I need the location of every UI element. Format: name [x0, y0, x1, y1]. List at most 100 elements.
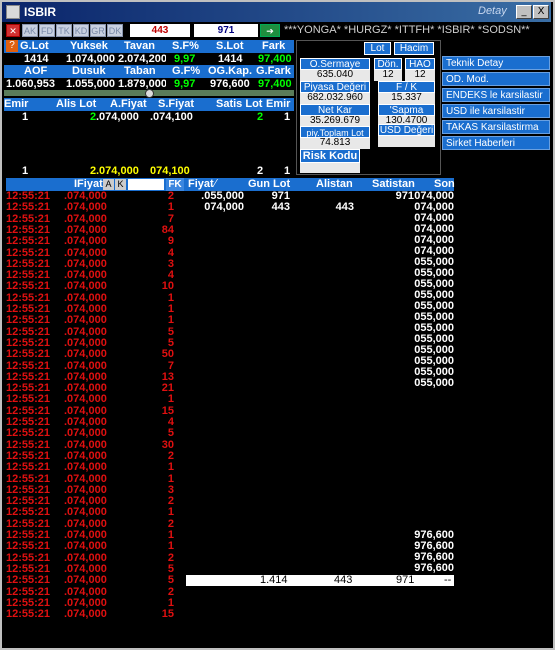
help-icon[interactable]: ?	[6, 40, 18, 52]
trade-row[interactable]: 12:55:21 .074,000 1	[6, 462, 174, 473]
trade-lot: 9	[167, 235, 174, 248]
o-sermaye-value: 635.040	[300, 70, 370, 81]
header-fark: Fark	[262, 40, 286, 52]
menu-endeks-karsilastir[interactable]: ENDEKS le karsilastir	[442, 88, 550, 102]
header-alistan[interactable]: Alistan	[316, 178, 353, 190]
trade-time: 12:55:21	[6, 246, 51, 259]
value-fark: 97,400	[258, 53, 292, 65]
trade-lot: 50	[161, 348, 174, 361]
hacim-button[interactable]: Hacim	[394, 42, 434, 55]
sort-arrow-icon: ⁄	[215, 178, 217, 189]
risk-kodu-value	[300, 163, 360, 173]
menu-takas-karsilastirma[interactable]: TAKAS Karsilastirma	[442, 120, 550, 134]
trade-time: 12:55:21	[6, 325, 51, 338]
total-afiyat: .074,000	[96, 165, 139, 177]
trade-row[interactable]: 12:55:21 .074,000 9	[6, 236, 174, 247]
filter-k-button[interactable]: K	[115, 179, 126, 190]
tk-button[interactable]: TK	[56, 24, 72, 37]
total-satistan: 971	[396, 574, 415, 586]
trade-lot: 2	[167, 551, 174, 564]
trade-price: .074,000	[64, 359, 107, 372]
trade-time: 12:55:21	[6, 393, 51, 406]
total-alistan: 443	[334, 574, 353, 586]
trade-lot: 15	[161, 608, 174, 621]
filter-a-button[interactable]: A	[103, 179, 114, 190]
value-tavan: 2.074,200	[118, 53, 166, 65]
trade-time: 12:55:21	[6, 201, 51, 214]
total-emir-buy: 1	[22, 165, 29, 177]
trade-time: 12:55:21	[6, 472, 51, 485]
piy-toplam-lot-label: piy.Toplam Lot	[300, 126, 370, 138]
trades-list[interactable]: 12:55:21.074,000 2 12:55:21.074,000 1 12:55:…	[6, 191, 174, 646]
header-dusuk: Dusuk	[72, 65, 106, 77]
risk-kodu-button[interactable]: Risk Kodu	[300, 149, 360, 163]
trade-row[interactable]: 12:55:21 .074,000 5	[6, 428, 174, 439]
piyasa-degeri-label: Piyasa Değeri	[300, 81, 370, 93]
gr-button[interactable]: GR	[90, 24, 106, 37]
trade-time: 12:55:21	[6, 461, 51, 474]
value-sf: 9,97	[174, 53, 196, 65]
menu-od-mod[interactable]: OD. Mod.	[442, 72, 550, 86]
value-gfark: 97,400	[258, 78, 292, 90]
close-x-icon[interactable]: ✕	[6, 24, 20, 37]
value-dusuk: 1.055,000	[66, 78, 115, 90]
trade-lot: 1	[167, 472, 174, 485]
trade-lot: 1	[167, 461, 174, 474]
fd-button[interactable]: FD	[39, 24, 55, 37]
trade-row[interactable]: 12:55:21 .074,000 1	[6, 541, 174, 552]
price-row[interactable]: 055,000	[184, 378, 454, 389]
header-gun-lot[interactable]: Gun Lot	[248, 178, 290, 190]
menu-sirket-haberleri[interactable]: Sirket Haberleri	[442, 136, 550, 150]
usd-degeri-label[interactable]: USD Değeri	[378, 124, 435, 136]
trade-row[interactable]: 12:55:21 .074,000 1	[6, 507, 174, 518]
trade-row[interactable]: 12:55:21 .074,000 5	[6, 575, 174, 586]
toolbar: ✕ AK FD TK KD GR DK 443 971 ➔ ***YONGA* …	[2, 22, 551, 39]
trade-row[interactable]: 12:55:21 .074,000 1	[6, 202, 174, 213]
menu-teknik-detay[interactable]: Teknik Detay	[442, 56, 550, 70]
o-sermaye-label: O.Sermaye	[300, 58, 370, 70]
price-table[interactable]: .055,000 971 971 074,000 074,000 443 443 074,00…	[184, 191, 454, 401]
trade-lot: 1	[167, 201, 174, 214]
total-satis-lot: 2	[257, 165, 264, 177]
kd-button[interactable]: KD	[73, 24, 89, 37]
minimize-button[interactable]: _	[516, 5, 532, 19]
header-son[interactable]: Son	[434, 178, 455, 190]
header-gfark: G.Fark	[256, 65, 291, 77]
trade-lot: 7	[167, 212, 174, 225]
trade-row[interactable]: 12:55:21 .074,000 1	[6, 394, 174, 405]
dk-button[interactable]: DK	[107, 24, 123, 37]
trade-lot: 5	[167, 574, 174, 587]
menu-usd-karsilastir[interactable]: USD ile karsilastir	[442, 104, 550, 118]
usd-degeri-value	[378, 136, 435, 147]
splitter-handle-icon[interactable]	[145, 89, 154, 98]
trade-lot: 1	[167, 540, 174, 553]
price-gun-lot: 443	[271, 201, 290, 213]
hao-label: HAO	[405, 58, 435, 70]
header-satistan[interactable]: Satistan	[372, 178, 415, 190]
close-button[interactable]: X	[533, 5, 549, 19]
ak-button[interactable]: AK	[22, 24, 38, 37]
header-ifiyat[interactable]: IFiyat	[74, 178, 103, 190]
trade-time: 12:55:21	[6, 314, 51, 327]
arrow-right-icon[interactable]: ➔	[260, 24, 280, 37]
trade-row[interactable]: 12:55:21 .074,000 10	[6, 281, 174, 292]
trade-time: 12:55:21	[6, 438, 51, 451]
trade-lot: 30	[161, 438, 174, 451]
trade-time: 12:55:21	[6, 540, 51, 553]
trade-row[interactable]: 12:55:21 .074,000 1	[6, 315, 174, 326]
trade-row[interactable]: 12:55:21 .074,000 50	[6, 349, 174, 360]
total-sfiyat: 074,100	[150, 165, 190, 177]
trade-price: .074,000	[64, 472, 107, 485]
fk-button[interactable]: FK	[166, 178, 184, 191]
filter-input[interactable]	[128, 179, 164, 190]
son-value: 976,600	[414, 562, 454, 574]
lot-button[interactable]: Lot	[364, 42, 391, 55]
title-bar[interactable]: ISBIR Detay _ X	[2, 2, 551, 22]
trade-row[interactable]: 12:55:21 .074,000 15	[6, 609, 174, 620]
trade-lot: 4	[167, 246, 174, 259]
header-fiyat[interactable]: Fiyat	[188, 178, 214, 190]
depth-satis-lot: 2	[257, 111, 264, 123]
header-satis-lot: Satis Lot	[216, 98, 263, 110]
header-tavan: Tavan	[124, 40, 155, 52]
don-label: Dön.	[374, 58, 402, 70]
